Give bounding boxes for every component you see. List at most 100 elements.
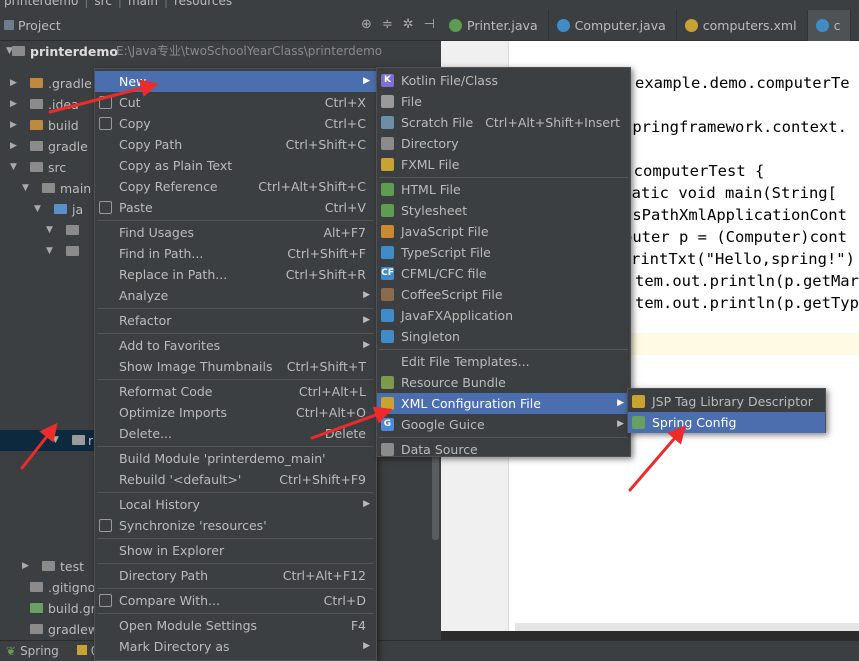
menu-item-analyze[interactable]: Analyze ▶ [95, 285, 376, 306]
menu-item-mark-directory-as[interactable]: Mark Directory as ▶ [95, 636, 376, 657]
menu-item-local-history[interactable]: Local History ▶ [95, 494, 376, 515]
menu-item-paste[interactable]: Paste Ctrl+V [95, 197, 376, 218]
editor-tab[interactable]: computers.xml [677, 10, 808, 41]
menu-item-open-module-settings[interactable]: Open Module Settings F4 [95, 615, 376, 636]
spring-tool-label: Spring [20, 644, 59, 658]
expand-arrow-icon[interactable]: ▶ [10, 136, 17, 157]
menu-item-add-to-favorites[interactable]: Add to Favorites ▶ [95, 335, 376, 356]
menu-item-shortcut: Ctrl+Alt+L [298, 384, 366, 399]
tree-root-printerdemo[interactable]: ▼ printerdemo E:\Java专业\twoSchoolYearCla… [0, 41, 441, 62]
menu-item-html-file[interactable]: HTML File [377, 179, 630, 200]
submenu-arrow-icon: ▶ [363, 290, 370, 300]
gear-icon[interactable]: ✲ [403, 17, 414, 32]
menu-item-refactor[interactable]: Refactor ▶ [95, 310, 376, 331]
menu-item-shortcut: Ctrl+V [324, 200, 366, 215]
menu-item-label: Delete... [119, 426, 172, 441]
menu-item-cfml-cfc-file[interactable]: CF CFML/CFC file [377, 263, 630, 284]
menu-item-kotlin-file-class[interactable]: K Kotlin File/Class [377, 70, 630, 91]
menu-item-show-in-explorer[interactable]: Show in Explorer [95, 540, 376, 561]
collapse-arrow-icon[interactable]: ▼ [46, 220, 53, 241]
menu-item-directory[interactable]: Directory [377, 133, 630, 154]
breadcrumb-item[interactable]: resources [174, 0, 232, 8]
menu-item-find-in-path[interactable]: Find in Path... Ctrl+Shift+F [95, 243, 376, 264]
spring-config-icon [632, 416, 645, 429]
menu-item-show-image-thumbnails[interactable]: Show Image Thumbnails Ctrl+Shift+T [95, 356, 376, 377]
menu-item-label: Rebuild '<default>' [119, 472, 242, 487]
menu-item-copy-path[interactable]: Copy Path Ctrl+Shift+C [95, 134, 376, 155]
editor-tab[interactable]: Printer.java [441, 10, 549, 41]
editor-tab[interactable]: c [807, 10, 852, 41]
collapse-arrow-icon[interactable]: ▼ [46, 241, 53, 262]
locate-icon[interactable]: ⊕ [361, 17, 372, 32]
jsp-tag-library-descriptor-icon [632, 395, 645, 408]
menu-item-copy-reference[interactable]: Copy Reference Ctrl+Alt+Shift+C [95, 176, 376, 197]
menu-item-replace-in-path[interactable]: Replace in Path... Ctrl+Shift+R [95, 264, 376, 285]
menu-item-synchronize-resources[interactable]: Synchronize 'resources' [95, 515, 376, 536]
expand-arrow-icon[interactable]: ▶ [22, 556, 29, 577]
folder-icon [30, 141, 43, 151]
menu-item-delete[interactable]: Delete... Delete [95, 423, 376, 444]
menu-item-label: Kotlin File/Class [401, 73, 498, 88]
menu-item-reformat-code[interactable]: Reformat Code Ctrl+Alt+L [95, 381, 376, 402]
menu-item-label: Data Source [401, 442, 478, 457]
editor-tab[interactable]: Computer.java [549, 10, 677, 41]
menu-item-label: Reformat Code [119, 384, 213, 399]
menu-item-coffeescript-file[interactable]: CoffeeScript File [377, 284, 630, 305]
menu-item-rebuild-default[interactable]: Rebuild '<default>' Ctrl+Shift+F9 [95, 469, 376, 490]
menu-item-edit-file-templates[interactable]: Edit File Templates... [377, 351, 630, 372]
menu-item-scratch-file[interactable]: Scratch File Ctrl+Alt+Shift+Insert [377, 112, 630, 133]
breadcrumb-item[interactable]: src [94, 0, 112, 8]
menu-item-optimize-imports[interactable]: Optimize Imports Ctrl+Alt+O [95, 402, 376, 423]
menu-item-build-module-printerdemo-main[interactable]: Build Module 'printerdemo_main' [95, 448, 376, 469]
menu-item-copy-as-plain-text[interactable]: Copy as Plain Text [95, 155, 376, 176]
menu-item-label: Analyze [119, 288, 169, 303]
collapse-arrow-icon[interactable]: ▼ [34, 199, 41, 220]
tree-item-label: gradlew [48, 622, 99, 637]
breadcrumb-item[interactable]: main [128, 0, 158, 8]
directory-icon [381, 137, 394, 150]
menu-item-singleton[interactable]: Singleton [377, 326, 630, 347]
menu-item-javascript-file[interactable]: JavaScript File [377, 221, 630, 242]
menu-item-new[interactable]: New ▶ [95, 71, 376, 92]
menu-item-shortcut: F4 [350, 618, 366, 633]
menu-item-typescript-file[interactable]: TypeScript File [377, 242, 630, 263]
javafxapplication-icon [381, 309, 394, 322]
menu-item-find-usages[interactable]: Find Usages Alt+F7 [95, 222, 376, 243]
menu-item-directory-path[interactable]: Directory Path Ctrl+Alt+F12 [95, 565, 376, 586]
menu-item-spring-config[interactable]: Spring Config [628, 412, 825, 433]
project-panel-title[interactable]: Project [18, 18, 61, 33]
menu-item-google-guice[interactable]: G Google Guice ▶ [377, 414, 630, 435]
collapse-arrow-icon[interactable]: ▼ [22, 178, 29, 199]
menu-item-jsp-tag-library-descriptor[interactable]: JSP Tag Library Descriptor [628, 391, 825, 412]
expand-arrow-icon[interactable]: ▶ [10, 94, 17, 115]
collapse-arrow-icon[interactable]: ▼ [10, 157, 17, 178]
tree-item-label: src [48, 160, 67, 175]
menu-item-copy[interactable]: Copy Ctrl+C [95, 113, 376, 134]
menu-item-fxml-file[interactable]: FXML File [377, 154, 630, 175]
collapse-arrow-icon[interactable]: ▼ [52, 430, 59, 451]
menu-item-label: XML Configuration File [401, 396, 541, 411]
menu-item-cut[interactable]: Cut Ctrl+X [95, 92, 376, 113]
menu-item-file[interactable]: File [377, 91, 630, 112]
menu-item-data-source[interactable]: Data Source [377, 439, 630, 460]
hide-icon[interactable]: ⊣ [424, 17, 435, 32]
menu-item-label: Add to Favorites [119, 338, 221, 353]
menu-item-label: Show in Explorer [119, 543, 225, 558]
spring-tool-button[interactable]: ❦ Spring [6, 644, 59, 658]
breadcrumb-item[interactable]: printerdemo [4, 0, 78, 8]
menu-item-label: JavaScript File [401, 224, 489, 239]
menu-item-stylesheet[interactable]: Stylesheet [377, 200, 630, 221]
menu-item-resource-bundle[interactable]: Resource Bundle [377, 372, 630, 393]
code-line: springframework.context. [623, 118, 847, 136]
tree-item-label: .gradle [48, 76, 92, 91]
tree-item-label: r [88, 433, 94, 448]
menu-item-javafxapplication[interactable]: JavaFXApplication [377, 305, 630, 326]
expand-arrow-icon[interactable]: ▶ [10, 115, 17, 136]
collapse-icon[interactable]: ≑ [382, 17, 393, 32]
tree-item-label: .gitigno [48, 580, 96, 595]
editor-horizontal-scrollbar[interactable] [515, 623, 859, 631]
menu-item-compare-with[interactable]: Compare With... Ctrl+D [95, 590, 376, 611]
menu-item-label: CoffeeScript File [401, 287, 503, 302]
menu-item-xml-configuration-file[interactable]: XML Configuration File ▶ [377, 393, 630, 414]
expand-arrow-icon[interactable]: ▶ [10, 73, 17, 94]
